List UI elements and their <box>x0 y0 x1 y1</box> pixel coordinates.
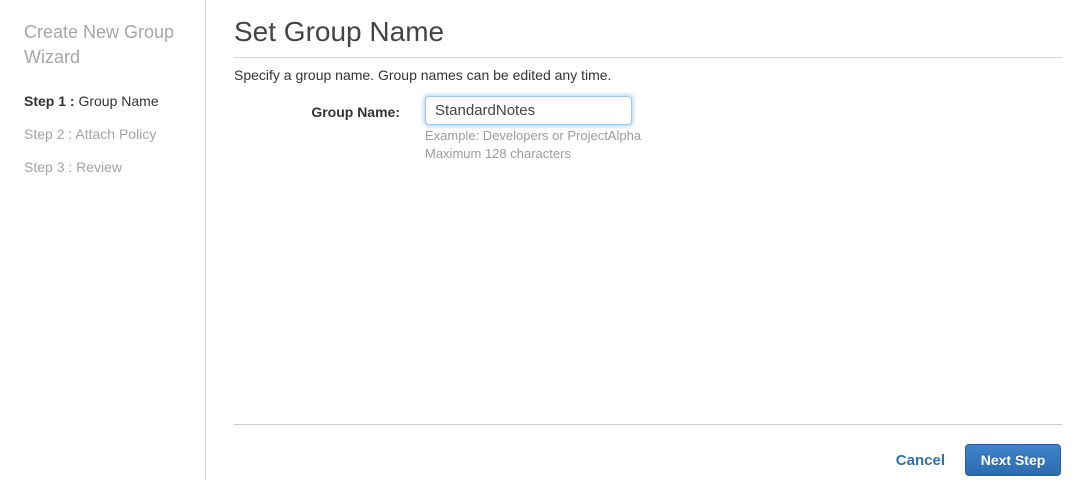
group-name-input[interactable] <box>425 96 632 125</box>
wizard-sidebar: Create New Group Wizard Step 1 : Group N… <box>0 0 206 480</box>
step-prefix: Step 2 : <box>24 126 73 142</box>
title-divider <box>234 57 1062 58</box>
step-label: Group Name <box>78 93 159 109</box>
step-item-review: Step 3 : Review <box>24 160 185 174</box>
wizard-main-panel: Set Group Name Specify a group name. Gro… <box>234 0 1062 480</box>
step-item-attach-policy: Step 2 : Attach Policy <box>24 127 185 141</box>
step-label: Attach Policy <box>75 126 157 142</box>
wizard-title: Create New Group Wizard <box>24 22 175 67</box>
step-prefix: Step 3 : <box>24 159 73 175</box>
step-label: Review <box>76 159 123 175</box>
group-name-hint-max: Maximum 128 characters <box>425 146 571 161</box>
page-title: Set Group Name <box>234 16 445 47</box>
page-description: Specify a group name. Group names can be… <box>234 67 612 83</box>
group-name-label: Group Name: <box>311 104 400 120</box>
wizard-steps: Step 1 : Group Name Step 2 : Attach Poli… <box>24 94 185 174</box>
cancel-button[interactable]: Cancel <box>896 452 945 469</box>
footer-divider <box>234 424 1062 425</box>
step-item-group-name: Step 1 : Group Name <box>24 94 185 108</box>
next-step-button[interactable]: Next Step <box>965 444 1061 476</box>
group-name-hint-example: Example: Developers or ProjectAlpha <box>425 128 642 143</box>
step-prefix: Step 1 : <box>24 93 75 109</box>
wizard-footer: Cancel Next Step <box>896 444 1061 476</box>
